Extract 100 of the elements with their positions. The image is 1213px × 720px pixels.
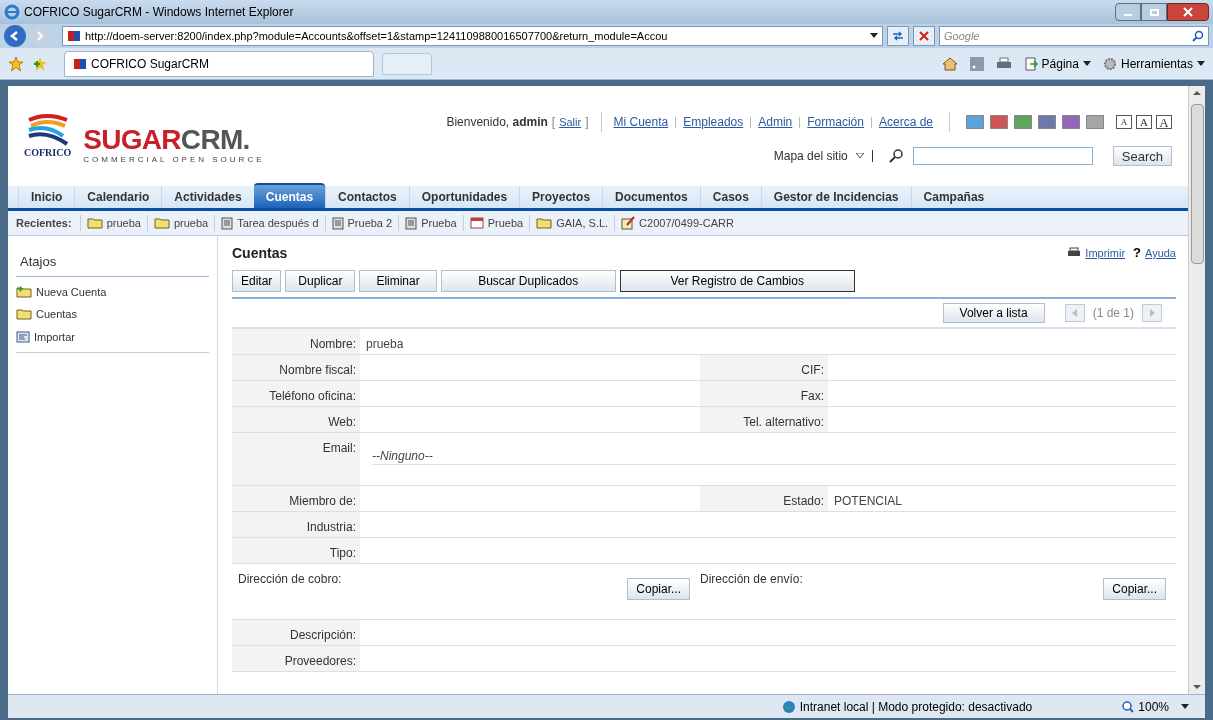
- scrollbar-thumb[interactable]: [1190, 104, 1204, 264]
- zoom-icon[interactable]: [1122, 700, 1135, 713]
- search-field[interactable]: Google: [939, 26, 1209, 46]
- search-icon[interactable]: [1192, 30, 1204, 42]
- search-button[interactable]: Search: [1112, 146, 1172, 166]
- font-size-button[interactable]: A: [1136, 115, 1152, 129]
- logout-link[interactable]: Salir: [559, 113, 582, 131]
- recent-item[interactable]: prueba: [79, 214, 147, 232]
- folder-icon: [16, 308, 32, 321]
- theme-swatch[interactable]: [1062, 115, 1080, 129]
- font-size-button[interactable]: A: [1116, 115, 1132, 129]
- nav-tab[interactable]: Oportunidades: [408, 186, 520, 208]
- browser-tab[interactable]: COFRICO SugarCRM: [64, 50, 374, 77]
- printer-icon[interactable]: [1067, 247, 1082, 259]
- recent-item[interactable]: prueba: [146, 214, 215, 232]
- action-button[interactable]: Duplicar: [285, 270, 356, 292]
- field-label: Dirección de envío:: [700, 571, 804, 588]
- theme-swatch[interactable]: [1038, 115, 1056, 129]
- calendar-icon: [469, 217, 484, 229]
- nav-tab[interactable]: Proyectos: [519, 186, 603, 208]
- scroll-down-icon[interactable]: [1193, 684, 1201, 690]
- bracket-text: [: [551, 114, 556, 131]
- action-button[interactable]: Eliminar: [359, 270, 437, 292]
- action-button[interactable]: Ver Registro de Cambios: [619, 270, 855, 292]
- help-link[interactable]: Ayuda: [1145, 244, 1176, 262]
- close-button[interactable]: [1167, 3, 1209, 21]
- dropdown-icon[interactable]: [1181, 703, 1189, 710]
- zoom-level[interactable]: 100%: [1138, 697, 1169, 716]
- font-size-button[interactable]: A: [1156, 115, 1172, 129]
- document-icon: [221, 216, 234, 230]
- stop-icon: [919, 31, 929, 41]
- add-favorite-icon[interactable]: [32, 55, 48, 72]
- sidebar-item[interactable]: Nueva Cuenta: [16, 280, 209, 303]
- header-link[interactable]: Admin: [758, 113, 793, 131]
- back-button[interactable]: [4, 25, 26, 47]
- copy-button[interactable]: Copiar...: [627, 578, 690, 600]
- site-icon: [67, 29, 81, 43]
- dropdown-icon[interactable]: [870, 33, 878, 39]
- scroll-up-icon[interactable]: [1193, 90, 1201, 96]
- theme-swatch[interactable]: [966, 115, 984, 129]
- nav-tab[interactable]: Cuentas: [253, 183, 326, 208]
- dropdown-icon[interactable]: [855, 153, 864, 159]
- favorites-star-icon[interactable]: [8, 55, 24, 72]
- back-to-list-button[interactable]: Volver a lista: [942, 303, 1045, 323]
- header-link[interactable]: Mi Cuenta: [613, 113, 669, 131]
- recent-item[interactable]: Prueba: [462, 214, 530, 232]
- menu-button[interactable]: Herramientas: [1102, 54, 1205, 73]
- minimize-button[interactable]: [1115, 3, 1141, 21]
- home-icon[interactable]: [941, 56, 958, 71]
- search-field[interactable]: [912, 147, 1093, 165]
- field-label: Email:: [232, 433, 360, 485]
- nav-tab[interactable]: Actividades: [161, 186, 254, 208]
- field-label: Nombre fiscal:: [232, 355, 360, 380]
- welcome-text: Bienvenido, admin: [446, 114, 548, 131]
- import-icon: [16, 330, 30, 343]
- theme-swatch[interactable]: [990, 115, 1008, 129]
- nav-tab[interactable]: Documentos: [602, 186, 700, 208]
- theme-swatch[interactable]: [1086, 115, 1104, 129]
- dropdown-icon: [1197, 60, 1205, 67]
- scrollbar[interactable]: [1188, 86, 1205, 694]
- nav-tab[interactable]: Contactos: [325, 186, 409, 208]
- stop-button[interactable]: [913, 26, 935, 46]
- refresh-button[interactable]: [887, 26, 909, 46]
- page-title: Cuentas: [232, 243, 288, 263]
- sitemap-link[interactable]: Mapa del sitio: [773, 147, 848, 165]
- search-icon[interactable]: [888, 149, 905, 163]
- print-link[interactable]: Imprimir: [1085, 244, 1126, 262]
- sidebar-item[interactable]: Cuentas: [16, 303, 209, 326]
- action-button[interactable]: Editar: [232, 270, 282, 292]
- field-label: CIF:: [700, 355, 828, 380]
- status-text: Intranet local | Modo protegido: desactivado: [799, 698, 1033, 716]
- address-field[interactable]: http://doem-server:8200/index.php?module=Accounts&offset=1&stamp=1241109880016507700&return_module=Accou: [62, 26, 883, 46]
- maximize-button[interactable]: [1141, 3, 1167, 21]
- field-label: Tel. alternativo:: [700, 407, 828, 432]
- brand-tagline: COMMERCIAL OPEN SOURCE: [83, 154, 265, 166]
- header-link[interactable]: Formación: [807, 113, 864, 131]
- recent-item[interactable]: Prueba: [398, 214, 463, 232]
- action-button[interactable]: Buscar Duplicados: [440, 270, 616, 292]
- page-icon: [1023, 56, 1038, 71]
- copy-button[interactable]: Copiar...: [1103, 578, 1166, 600]
- recent-item[interactable]: C2007/0499-CARR: [614, 214, 740, 232]
- field-value: prueba: [366, 337, 404, 351]
- sidebar-item[interactable]: Importar: [16, 325, 209, 348]
- help-icon[interactable]: ?: [1133, 243, 1141, 263]
- left-arrow-icon: [1071, 309, 1078, 317]
- sidebar-title: Atajos: [16, 252, 209, 277]
- theme-swatch[interactable]: [1014, 115, 1032, 129]
- brand-logo: SUGARCRM.: [83, 126, 251, 154]
- nav-tab[interactable]: Casos: [699, 186, 761, 208]
- recent-item[interactable]: Tarea después d: [214, 214, 325, 232]
- nav-tab[interactable]: Gestor de Incidencias: [760, 186, 911, 208]
- nav-tab[interactable]: Inicio: [18, 186, 75, 208]
- printer-icon[interactable]: [995, 56, 1012, 71]
- header-link[interactable]: Acerca de: [878, 113, 933, 131]
- recent-item[interactable]: GAIA, S.L.: [529, 214, 615, 232]
- menu-button[interactable]: Página: [1023, 54, 1091, 73]
- nav-tab[interactable]: Calendario: [74, 186, 162, 208]
- recent-item[interactable]: Prueba 2: [324, 214, 399, 232]
- nav-tab[interactable]: Campañas: [910, 186, 997, 208]
- header-link[interactable]: Empleados: [683, 113, 744, 131]
